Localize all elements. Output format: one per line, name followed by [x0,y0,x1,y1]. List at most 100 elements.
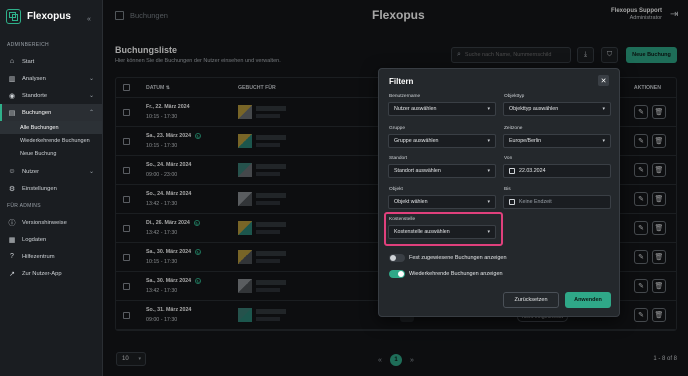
sidebar: Flexopus « ADMINBEREICH ⌂ Start ▥ Analys… [0,0,103,376]
select-all-checkbox[interactable] [123,84,130,91]
toggle-fixed-label: Fest zugewiesene Buchungen anzeigen [409,255,507,261]
new-booking-button[interactable]: Neue Buchung [626,47,677,63]
object-select[interactable]: Objekt wählen ▾ [388,195,496,209]
sidebar-item-start[interactable]: ⌂ Start [0,53,102,70]
username-select[interactable]: Nutzer auswählen ▾ [388,102,496,116]
user-role: Administrator [629,15,662,21]
row-checkbox[interactable] [123,312,130,319]
chevron-down-icon: ⌄ [88,76,94,82]
delete-button[interactable]: 🗑 [652,163,666,177]
search-field[interactable]: ⌕ [451,47,571,63]
blurred-user-detail [256,230,280,234]
edit-button[interactable]: ✎ [634,163,648,177]
edit-button[interactable]: ✎ [634,192,648,206]
sidebar-item-logdaten[interactable]: ▦ Logdaten [0,231,102,248]
location-icon: ◉ [8,92,16,100]
avatar [238,279,252,293]
row-time: 13:42 - 17:30 [146,288,178,294]
row-date-text: Sa., 23. März 2024 [146,133,192,139]
sidebar-subitem-wiederkehrende[interactable]: Wiederkehrende Buchungen [0,134,102,147]
sidebar-item-analysen[interactable]: ▥ Analysen ⌄ [0,70,102,87]
apply-button[interactable]: Anwenden [565,292,611,308]
delete-button[interactable]: 🗑 [652,250,666,264]
edit-button[interactable]: ✎ [634,221,648,235]
blurred-user-detail [256,259,280,263]
close-button[interactable]: ✕ [598,75,609,86]
users-icon: ☺ [8,168,16,175]
delete-button[interactable]: 🗑 [652,105,666,119]
delete-button[interactable]: 🗑 [652,308,666,322]
costcenter-select[interactable]: Kostenstelle auswählen ▾ [388,225,496,239]
sidebar-item-standorte[interactable]: ◉ Standorte ⌄ [0,87,102,104]
location-value: Standort auswählen [394,168,441,174]
chevron-down-icon: ▾ [602,138,605,144]
blurred-user-name [256,222,286,227]
prev-page-icon[interactable]: « [375,357,385,364]
trash-icon: 🗑 [654,283,664,290]
row-checkbox[interactable] [123,196,130,203]
next-page-icon[interactable]: » [407,357,417,364]
row-checkbox[interactable] [123,283,130,290]
column-date[interactable]: DATUM ⇅ [146,85,170,91]
sidebar-item-hilfezentrum[interactable]: ? Hilfezentrum [0,248,102,265]
reset-button[interactable]: Zurücksetzen [503,292,559,308]
group-select[interactable]: Gruppe auswählen ▾ [388,134,496,148]
timezone-label: Zeitzone [504,126,523,131]
search-input[interactable] [464,52,565,58]
edit-button[interactable]: ✎ [634,279,648,293]
chevron-up-icon: ⌃ [88,110,94,116]
edit-button[interactable]: ✎ [634,134,648,148]
row-checkbox[interactable] [123,254,130,261]
toggle-knob [398,271,404,277]
row-checkbox[interactable] [123,109,130,116]
to-date-field[interactable]: Keine Endzeit [503,195,611,209]
delete-button[interactable]: 🗑 [652,279,666,293]
location-select[interactable]: Standort auswählen ▾ [388,164,496,178]
page-title: Buchungsliste [115,45,178,55]
page-size-value: 10 [122,356,129,362]
user-info: Flexopus Support Administrator [611,8,662,21]
edit-button[interactable]: ✎ [634,308,648,322]
sidebar-item-nutzer[interactable]: ☺ Nutzer ⌄ [0,163,102,180]
toggle-fixed-bookings[interactable] [389,254,405,262]
logout-icon[interactable]: ⇥ [670,10,680,20]
calendar-icon [509,168,515,174]
row-checkbox[interactable] [123,225,130,232]
toggle-recurring-bookings[interactable] [389,270,405,278]
sidebar-item-label: Logdaten [22,236,47,243]
timezone-select[interactable]: Europe/Berlin ▾ [503,134,611,148]
sidebar-subitem-alle-buchungen[interactable]: Alle Buchungen [0,121,102,134]
sidebar-item-versionshinweise[interactable]: ⓘ Versionshinweise [0,214,102,231]
row-time: 10:15 - 17:30 [146,114,178,120]
row-time: 13:42 - 17:30 [146,201,178,207]
blurred-user-detail [256,143,280,147]
section-admin-title: ADMINBEREICH [7,42,49,48]
sidebar-item-nutzer-app[interactable]: ↗ Zur Nutzer-App [0,265,102,282]
delete-button[interactable]: 🗑 [652,221,666,235]
pencil-icon: ✎ [638,254,644,261]
costcenter-label: Kostenstelle [389,217,416,222]
breadcrumb-label: Buchungen [130,11,168,20]
from-date-field[interactable]: 22.03.2024 [503,164,611,178]
objecttype-label: Objekttyp [504,94,525,99]
recurring-icon: ↻ [195,249,202,255]
filter-button[interactable]: ⛉ [601,47,618,63]
pencil-icon: ✎ [638,283,644,290]
booking-icon: ▤ [8,109,16,117]
page-size-select[interactable]: 10 ▾ [116,352,146,366]
edit-button[interactable]: ✎ [634,250,648,264]
objecttype-select[interactable]: Objekttyp auswählen ▾ [503,102,611,116]
to-label: Bis [504,187,511,192]
edit-button[interactable]: ✎ [634,105,648,119]
sidebar-item-einstellungen[interactable]: ⚙ Einstellungen [0,180,102,197]
download-button[interactable]: ⤓ [577,47,594,63]
delete-button[interactable]: 🗑 [652,192,666,206]
row-checkbox[interactable] [123,167,130,174]
calendar-icon [115,11,124,20]
delete-button[interactable]: 🗑 [652,134,666,148]
page-number[interactable]: 1 [390,354,402,366]
sidebar-subitem-neue-buchung[interactable]: Neue Buchung [0,147,102,160]
collapse-sidebar-icon[interactable]: « [87,16,91,23]
row-checkbox[interactable] [123,138,130,145]
sidebar-item-buchungen[interactable]: ▤ Buchungen ⌃ [0,104,102,121]
